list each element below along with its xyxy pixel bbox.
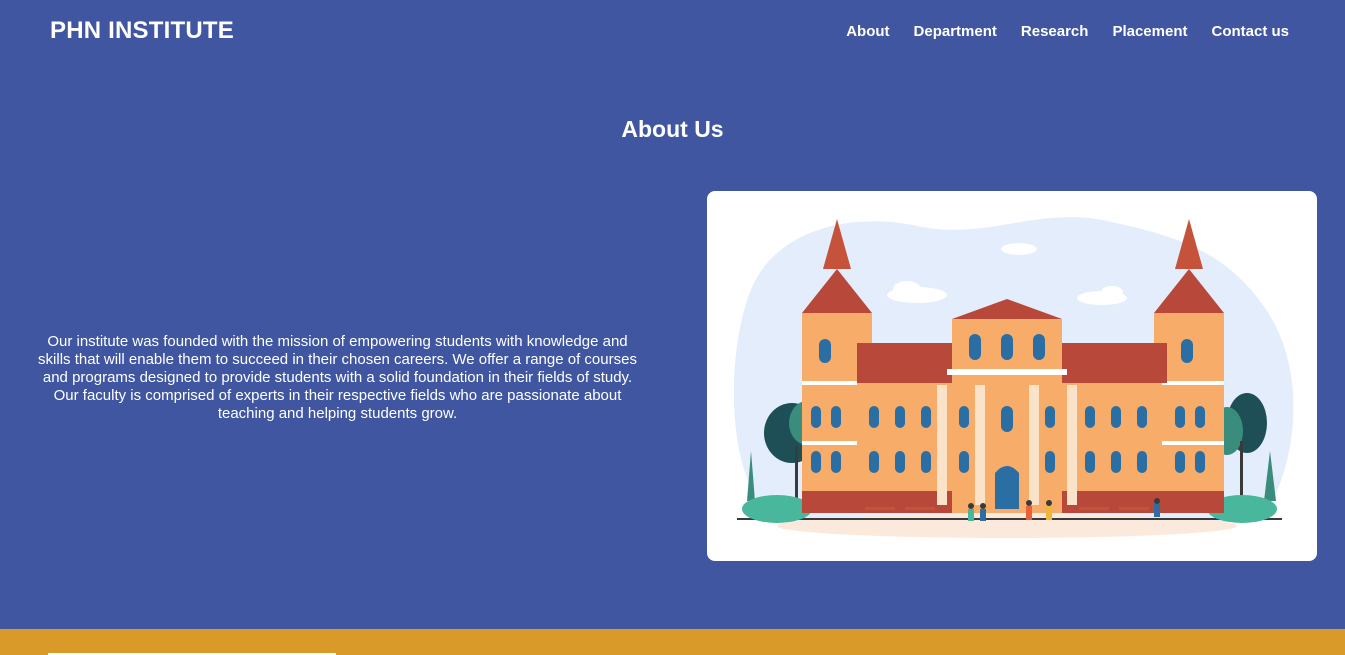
campus-illustration-card <box>707 191 1317 561</box>
nav-placement[interactable]: Placement <box>1112 23 1187 40</box>
nav-contact[interactable]: Contact us <box>1211 23 1289 40</box>
campus-building-illustration <box>733 217 1294 538</box>
footer-bar <box>0 629 1345 655</box>
nav-department[interactable]: Department <box>914 23 997 40</box>
about-title: About Us <box>621 116 724 142</box>
nav-research[interactable]: Research <box>1021 23 1089 40</box>
nav-about[interactable]: About <box>846 23 889 40</box>
main-nav: About Department Research Placement Cont… <box>846 23 1289 40</box>
site-logo[interactable]: PHN INSTITUTE <box>50 17 234 45</box>
about-description: Our institute was founded with the missi… <box>38 333 637 422</box>
